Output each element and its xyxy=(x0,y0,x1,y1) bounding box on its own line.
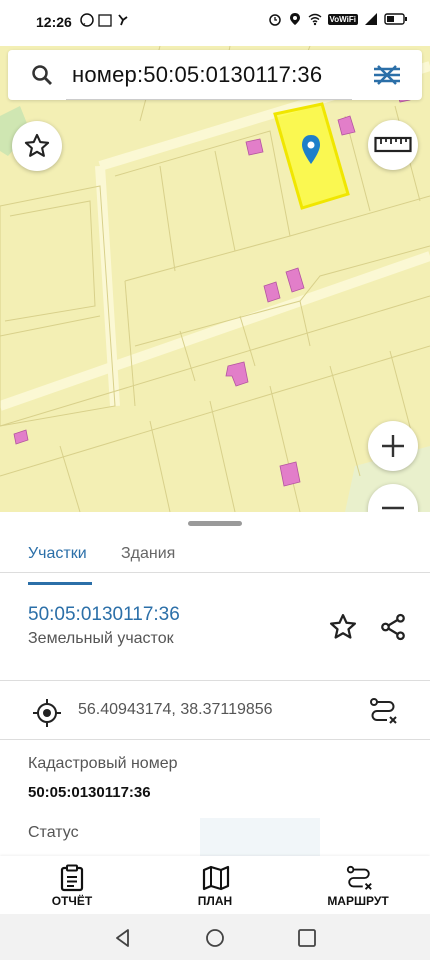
star-outline-icon xyxy=(24,133,50,157)
route-icon xyxy=(346,865,372,890)
zoom-in-button[interactable] xyxy=(368,421,418,471)
search-icon[interactable] xyxy=(30,63,54,87)
status-right-icons: VoWiFi xyxy=(268,12,408,26)
crosshair-icon[interactable] xyxy=(32,698,62,728)
search-input[interactable]: номер:50:05:0130117:36 xyxy=(72,62,322,88)
tab-buildings[interactable]: Здания xyxy=(121,545,175,563)
calendar-icon xyxy=(98,14,112,27)
report-icon xyxy=(60,864,84,892)
detail-label-status: Статус xyxy=(28,824,79,841)
favorite-map-button[interactable] xyxy=(12,121,62,171)
divider xyxy=(0,739,430,740)
coordinates-text[interactable]: 56.40943174, 38.37119856 xyxy=(78,701,273,719)
divider xyxy=(0,680,430,681)
nav-report-label: ОТЧЁТ xyxy=(51,894,93,908)
tab-bar: Участки Здания xyxy=(0,526,430,585)
vowifi-badge: VoWiFi xyxy=(327,13,358,25)
status-bar: 12:26 VoWiFi xyxy=(0,0,430,46)
info-sheet[interactable]: Участки Здания 50:05:0130117:36 Земельны… xyxy=(0,512,430,858)
battery-icon xyxy=(384,13,407,25)
home-icon[interactable] xyxy=(204,927,226,949)
detail-value-cadastral[interactable]: 50:05:0130117:36 xyxy=(28,784,151,801)
star-outline-icon[interactable] xyxy=(328,612,358,642)
active-tab-indicator xyxy=(28,582,92,585)
map-canvas[interactable] xyxy=(0,46,430,512)
plus-icon xyxy=(382,435,404,457)
bottom-navigation: ОТЧЁТ ПЛАН МАРШРУТ xyxy=(0,856,430,914)
status-time: 12:26 xyxy=(36,14,72,30)
system-navigation-bar xyxy=(0,914,430,960)
nav-report-button[interactable]: ОТЧЁТ xyxy=(12,856,132,914)
detail-label-cadastral: Кадастровый номер xyxy=(28,755,178,772)
wifi-icon xyxy=(308,13,321,26)
location-icon xyxy=(289,13,300,25)
share-icon[interactable] xyxy=(378,612,408,642)
cadastral-map[interactable] xyxy=(0,46,430,512)
tab-parcels[interactable]: Участки xyxy=(28,545,87,563)
whatsapp-icon xyxy=(80,13,94,27)
map-plan-icon xyxy=(202,865,230,891)
recents-icon[interactable] xyxy=(296,927,318,949)
nav-plan-label: ПЛАН xyxy=(197,894,233,908)
nav-route-label: МАРШРУТ xyxy=(327,894,389,908)
status-left-icons xyxy=(80,13,130,27)
back-icon[interactable] xyxy=(112,927,134,949)
alarm-icon xyxy=(268,14,281,26)
ruler-icon xyxy=(374,136,412,153)
missed-call-icon xyxy=(118,14,128,26)
ruler-button[interactable] xyxy=(368,120,418,170)
nav-route-button[interactable]: МАРШРУТ xyxy=(298,856,418,914)
search-underline xyxy=(66,99,352,100)
nav-plan-button[interactable]: ПЛАН xyxy=(155,856,275,914)
parcel-type: Земельный участок xyxy=(28,630,174,647)
signal-icon xyxy=(365,13,377,25)
search-bar[interactable]: номер:50:05:0130117:36 xyxy=(8,50,422,100)
parcel-number-title[interactable]: 50:05:0130117:36 xyxy=(28,604,180,626)
route-icon[interactable] xyxy=(368,696,398,726)
layers-toggle-icon[interactable] xyxy=(372,63,402,87)
